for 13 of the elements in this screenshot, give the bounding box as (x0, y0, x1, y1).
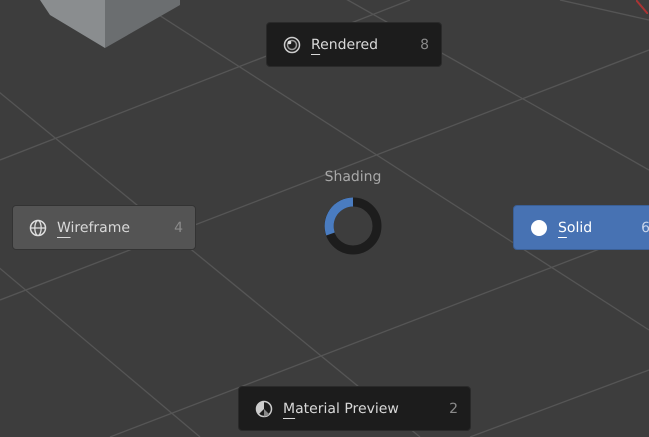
menu-title: Shading (324, 169, 382, 185)
sphere-icon (255, 400, 273, 418)
shortcut-key: 6 (641, 220, 649, 236)
globe-icon (29, 218, 47, 236)
circle-icon (530, 218, 548, 236)
shortcut-key: 8 (420, 36, 429, 52)
axis-line (636, 0, 648, 14)
shortcut-key: 2 (449, 400, 458, 416)
pie-menu-item[interactable]: Material Preview 2 (238, 386, 471, 431)
pie-direction-icon (323, 196, 383, 256)
pie-menu-item[interactable]: Solid 6 (513, 205, 649, 250)
sphere-icon (283, 36, 301, 54)
pie-menu-item[interactable]: Rendered 8 (266, 22, 442, 67)
